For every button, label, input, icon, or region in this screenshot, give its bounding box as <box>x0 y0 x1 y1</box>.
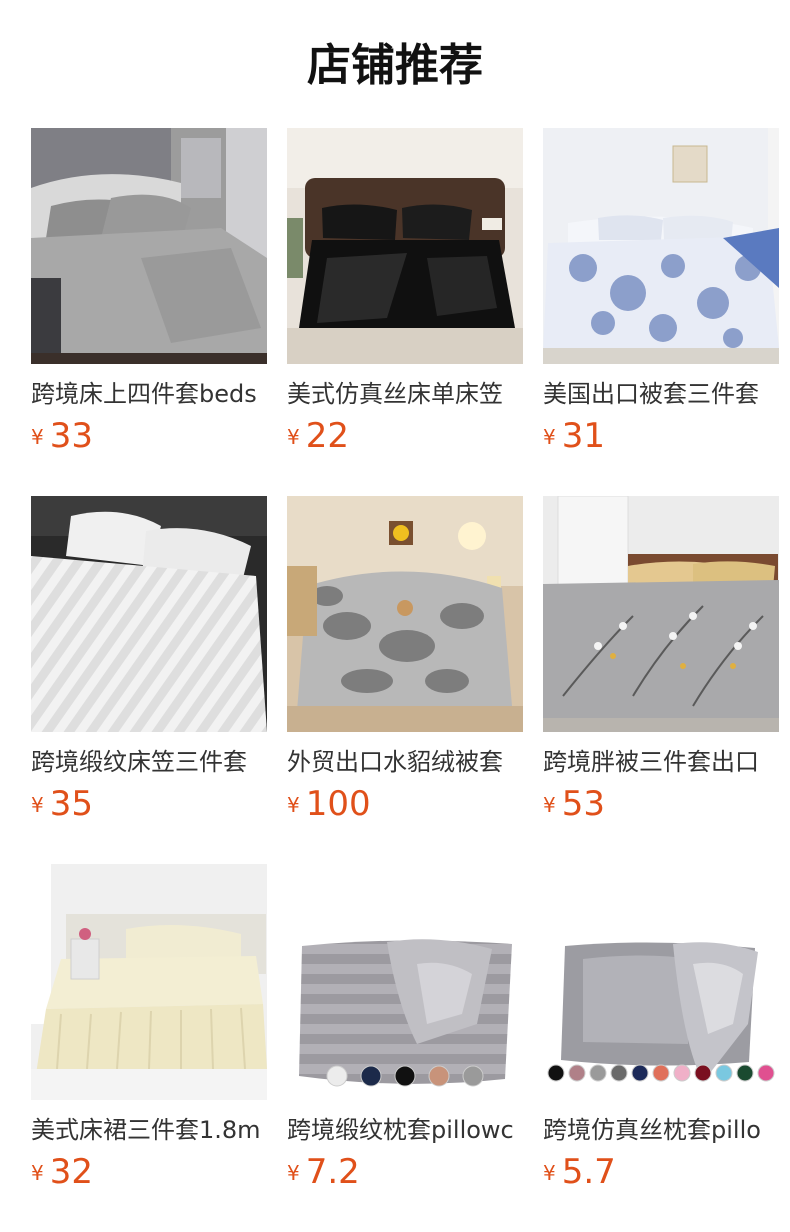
product-card[interactable]: 跨境缎纹枕套pillowc ¥7.2 <box>287 864 523 1232</box>
product-name[interactable]: 跨境胖被三件套出口 <box>543 746 779 778</box>
price-value: 5.7 <box>561 1152 616 1192</box>
currency-symbol: ¥ <box>287 1161 300 1185</box>
product-name[interactable]: 美式床裙三件套1.8m <box>31 1114 267 1146</box>
section-title: 店铺推荐 <box>307 40 483 91</box>
product-card[interactable]: 美国出口被套三件套 ¥31 <box>543 128 779 496</box>
product-card[interactable]: 跨境缎纹床笠三件套 ¥35 <box>31 496 267 864</box>
product-name[interactable]: 跨境缎纹枕套pillowc <box>287 1114 523 1146</box>
product-card[interactable]: 跨境胖被三件套出口 ¥53 <box>543 496 779 864</box>
price-value: 35 <box>49 784 93 824</box>
price-value: 32 <box>49 1152 93 1192</box>
product-price: ¥5.7 <box>543 1152 779 1192</box>
price-value: 53 <box>561 784 605 824</box>
product-name[interactable]: 美式仿真丝床单床笠 <box>287 378 523 410</box>
product-price: ¥7.2 <box>287 1152 523 1192</box>
product-image-grey-branch-comforter[interactable] <box>543 496 779 732</box>
price-value: 31 <box>561 416 605 456</box>
color-swatch <box>462 1065 484 1087</box>
product-grid: 跨境床上四件套beds ¥33 美式仿真丝床单床笠 ¥ 22 美国出口被套三件套… <box>31 128 779 1232</box>
product-name[interactable]: 美国出口被套三件套 <box>543 378 779 410</box>
product-image-grey-faux-fur-bedding[interactable] <box>287 496 523 732</box>
product-price: ¥100 <box>287 784 523 824</box>
color-swatch <box>360 1065 382 1087</box>
currency-symbol: ¥ <box>543 793 556 817</box>
product-image-blue-floral-duvet[interactable] <box>543 128 779 364</box>
currency-symbol: ¥ <box>287 425 300 449</box>
currency-symbol: ¥ <box>31 793 44 817</box>
color-swatch <box>631 1064 649 1082</box>
product-price: ¥35 <box>31 784 267 824</box>
color-swatch <box>652 1064 670 1082</box>
product-image-silver-silk-pillowcase[interactable] <box>543 864 779 1100</box>
color-swatch <box>736 1064 754 1082</box>
currency-symbol: ¥ <box>31 425 44 449</box>
product-price: ¥22 <box>287 416 523 456</box>
product-price: ¥32 <box>31 1152 267 1192</box>
product-name[interactable]: 跨境仿真丝枕套pillo <box>543 1114 779 1146</box>
product-card[interactable]: 跨境床上四件套beds ¥33 <box>31 128 267 496</box>
color-swatch <box>394 1065 416 1087</box>
color-swatch <box>568 1064 586 1082</box>
product-name[interactable]: 外贸出口水貂绒被套 <box>287 746 523 778</box>
product-card[interactable]: 跨境仿真丝枕套pillo ¥5.7 <box>543 864 779 1232</box>
product-price: ¥31 <box>543 416 779 456</box>
product-name[interactable]: 跨境床上四件套beds <box>31 378 267 410</box>
product-price: ¥33 <box>31 416 267 456</box>
product-name[interactable]: 跨境缎纹床笠三件套 <box>31 746 267 778</box>
product-card[interactable]: 美式仿真丝床单床笠 ¥22 <box>287 128 523 496</box>
price-value: 100 <box>305 784 371 824</box>
price-value: 33 <box>49 416 93 456</box>
currency-symbol: ¥ <box>287 793 300 817</box>
price-value: 22 <box>305 416 349 456</box>
color-swatch <box>589 1064 607 1082</box>
product-image-black-satin-bedding[interactable] <box>287 128 523 364</box>
currency-symbol: ¥ <box>543 425 556 449</box>
product-price: ¥53 <box>543 784 779 824</box>
color-swatch <box>715 1064 733 1082</box>
currency-symbol: ¥ <box>543 1161 556 1185</box>
color-swatch <box>326 1065 348 1087</box>
product-image-grey-sheet-set[interactable] <box>31 128 267 364</box>
product-image-striped-satin-pillowcase[interactable] <box>287 864 523 1100</box>
color-swatch <box>610 1064 628 1082</box>
store-recommend-page: 店铺推荐 跨境床上四件套beds ¥ 33 美式仿真丝床单床笠 ¥ 22 美国出… <box>0 0 790 1232</box>
color-swatch <box>757 1064 775 1082</box>
product-card[interactable]: 外贸出口水貂绒被套 ¥100 <box>287 496 523 864</box>
color-swatch <box>428 1065 450 1087</box>
color-swatch <box>547 1064 565 1082</box>
color-swatch <box>694 1064 712 1082</box>
product-card[interactable]: 美式床裙三件套1.8m ¥32 <box>31 864 267 1232</box>
product-image-cream-bed-skirt[interactable] <box>31 864 267 1100</box>
currency-symbol: ¥ <box>31 1161 44 1185</box>
color-swatch <box>673 1064 691 1082</box>
price-value: 7.2 <box>305 1152 360 1192</box>
product-image-white-stripe-sheets[interactable] <box>31 496 267 732</box>
